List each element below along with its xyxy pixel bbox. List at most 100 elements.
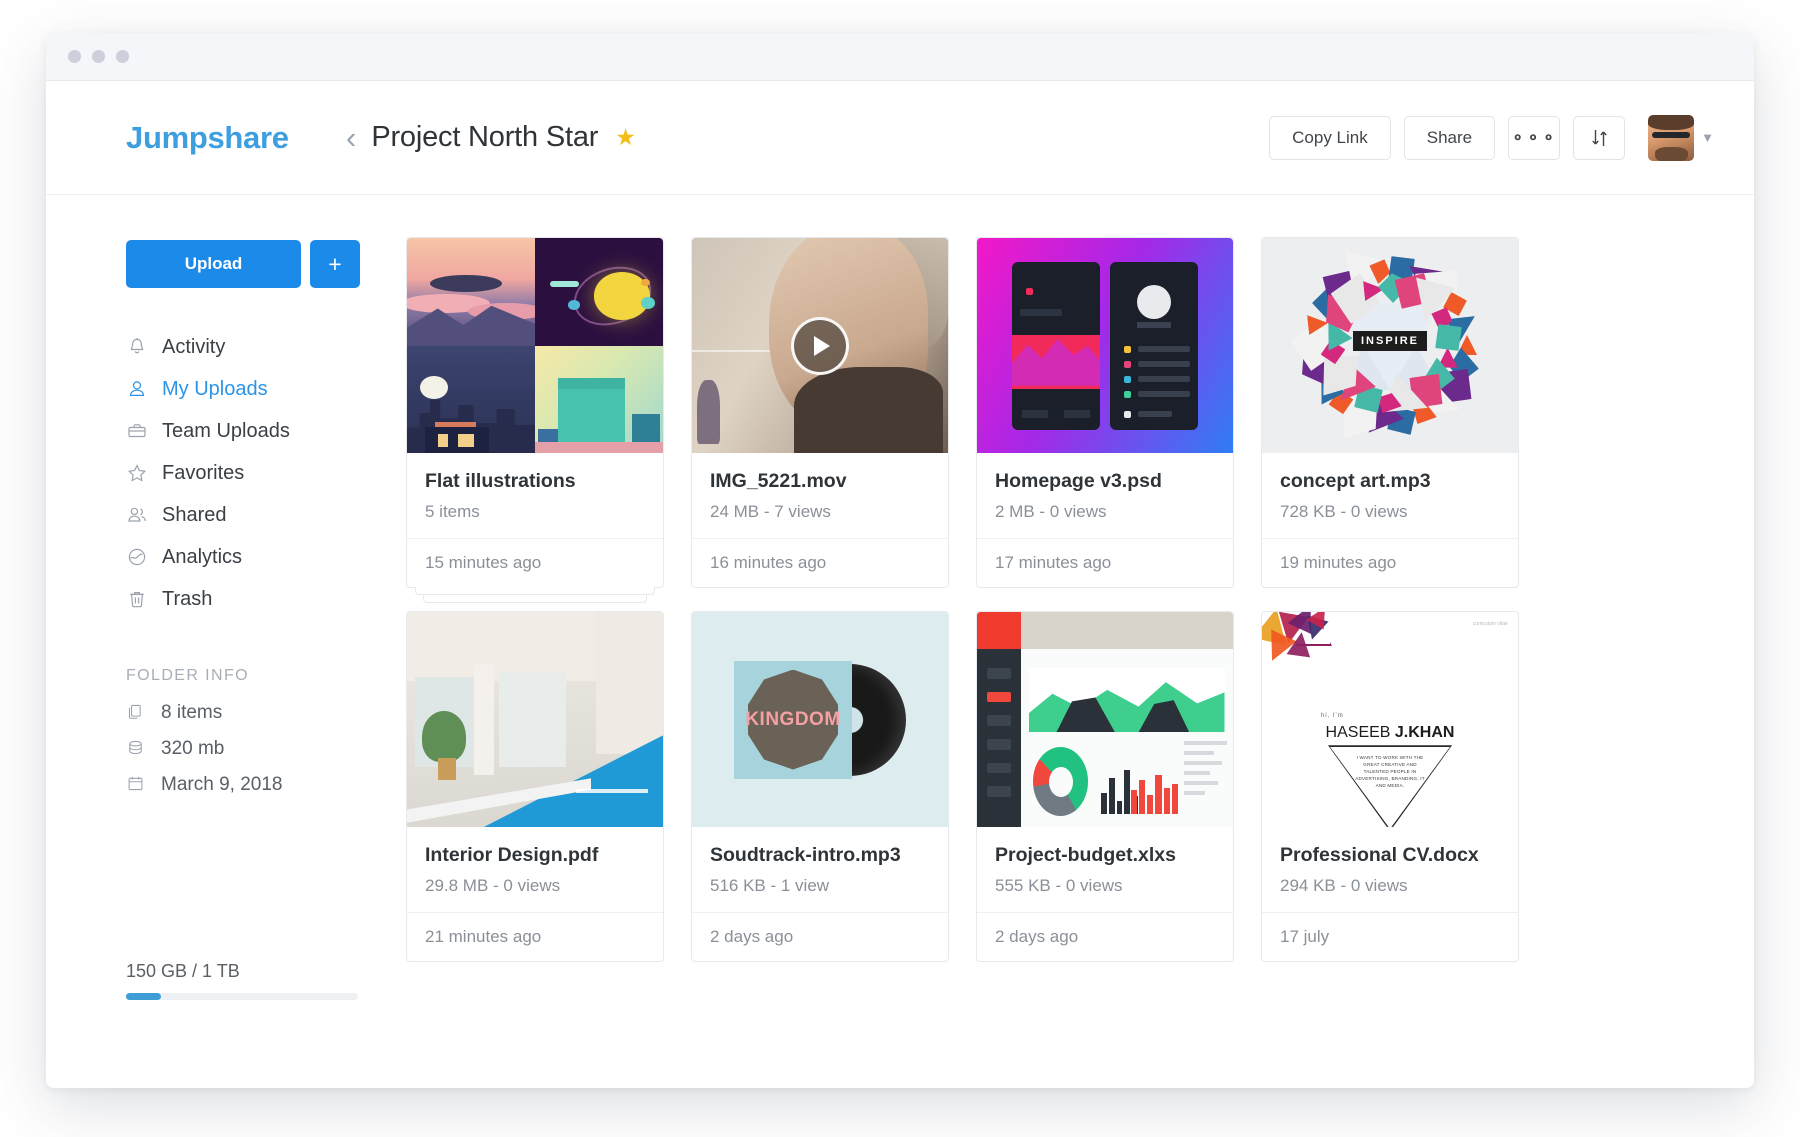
illustration-space bbox=[535, 238, 663, 346]
file-sub: 29.8 MB - 0 views bbox=[425, 876, 561, 895]
sidebar-nav: Activity My Uploads Team Uploads Favorit… bbox=[126, 326, 391, 620]
file-meta: Soudtrack-intro.mp3 516 KB - 1 view bbox=[692, 827, 948, 912]
sort-button[interactable] bbox=[1573, 115, 1626, 160]
sidebar-item-my-uploads[interactable]: My Uploads bbox=[126, 368, 391, 410]
cv-corner-label: curriculum vitae bbox=[1472, 620, 1508, 627]
file-grid: Flat illustrations 5 items 15 minutes ag… bbox=[406, 237, 1709, 962]
file-sub: 5 items bbox=[425, 502, 480, 521]
file-meta: Professional CV.docx 294 KB - 0 views bbox=[1262, 827, 1518, 912]
sidebar-item-favorites[interactable]: Favorites bbox=[126, 452, 391, 494]
file-sub: 555 KB - 0 views bbox=[995, 876, 1123, 895]
sidebar-item-shared[interactable]: Shared bbox=[126, 494, 391, 536]
sidebar-item-label: Activity bbox=[162, 335, 226, 358]
illustration-night-city bbox=[407, 345, 535, 453]
file-card-psd[interactable]: Homepage v3.psd 2 MB - 0 views 17 minute… bbox=[976, 237, 1234, 588]
file-date: 15 minutes ago bbox=[407, 538, 663, 587]
more-options-button[interactable]: ⚬⚬⚬ bbox=[1508, 115, 1561, 160]
sidebar-item-label: Trash bbox=[162, 587, 213, 610]
thumbnail-dashboard bbox=[977, 612, 1233, 827]
sidebar-item-activity[interactable]: Activity bbox=[126, 326, 391, 368]
file-sub: 728 KB - 0 views bbox=[1280, 502, 1408, 521]
play-button-icon[interactable] bbox=[791, 316, 849, 375]
app-body: Upload + Activity My Uploads Team Upload… bbox=[46, 195, 1754, 1088]
file-date: 2 days ago bbox=[692, 912, 948, 961]
sidebar-item-label: Team Uploads bbox=[162, 419, 290, 442]
account-menu[interactable]: ▼ bbox=[1648, 114, 1714, 161]
sidebar-item-analytics[interactable]: Analytics bbox=[126, 536, 391, 578]
ellipsis-icon: ⚬⚬⚬ bbox=[1511, 129, 1558, 147]
area-chart bbox=[1029, 667, 1225, 733]
zoom-window-button[interactable] bbox=[116, 50, 129, 63]
chevron-down-icon[interactable]: ▼ bbox=[1701, 130, 1714, 145]
activity-list bbox=[1184, 741, 1227, 814]
file-grid-area: Flat illustrations 5 items 15 minutes ag… bbox=[391, 195, 1754, 1088]
mockup-phone-profile bbox=[1110, 261, 1198, 430]
file-meta: Homepage v3.psd 2 MB - 0 views bbox=[977, 453, 1233, 538]
breadcrumb: ‹ Project North Star ★ bbox=[346, 121, 636, 154]
file-name: Soudtrack-intro.mp3 bbox=[710, 844, 901, 866]
share-button[interactable]: Share bbox=[1403, 115, 1496, 160]
donut-chart bbox=[1033, 747, 1089, 817]
cv-name-first: HASEEB bbox=[1325, 723, 1395, 741]
minimize-window-button[interactable] bbox=[92, 50, 105, 63]
folder-info-items: 8 items bbox=[126, 695, 391, 731]
file-card-folder[interactable]: Flat illustrations 5 items 15 minutes ag… bbox=[406, 237, 664, 603]
file-card-pdf[interactable]: Interior Design.pdf 29.8 MB - 0 views 21… bbox=[406, 611, 664, 962]
illustration-zeppelin bbox=[407, 238, 535, 346]
sidebar-item-team-uploads[interactable]: Team Uploads bbox=[126, 410, 391, 452]
upload-row: Upload + bbox=[126, 240, 391, 288]
file-card-video[interactable]: IMG_5221.mov 24 MB - 7 views 16 minutes … bbox=[691, 237, 949, 588]
sidebar-item-label: Favorites bbox=[162, 461, 245, 484]
mockup-phone-chart bbox=[1012, 261, 1100, 430]
dashboard-main bbox=[1020, 612, 1233, 827]
folder-info-label: 8 items bbox=[161, 702, 223, 723]
copy-link-button[interactable]: Copy Link bbox=[1269, 115, 1391, 160]
window-titlebar bbox=[46, 33, 1754, 81]
sidebar-item-label: My Uploads bbox=[162, 377, 268, 400]
album-title: KINGDOM bbox=[745, 708, 841, 730]
inspire-badge: INSPIRE bbox=[1352, 331, 1428, 352]
avatar[interactable] bbox=[1648, 114, 1695, 161]
back-chevron-icon[interactable]: ‹ bbox=[346, 122, 356, 153]
upload-button[interactable]: Upload bbox=[126, 240, 301, 288]
file-card-document[interactable]: curriculum vitae hi, I'm HASEEB J.KHAN I… bbox=[1261, 611, 1519, 962]
header-actions: Copy Link Share ⚬⚬⚬ ▼ bbox=[1269, 114, 1714, 161]
storage-track bbox=[126, 993, 358, 1000]
folder-info-label: 320 mb bbox=[161, 738, 225, 759]
cv-name: HASEEB J.KHAN bbox=[1326, 724, 1455, 742]
chart-icon bbox=[126, 546, 148, 568]
file-card-spreadsheet[interactable]: Project-budget.xlxs 555 KB - 0 views 2 d… bbox=[976, 611, 1234, 962]
file-name: Homepage v3.psd bbox=[995, 470, 1162, 492]
calendar-icon bbox=[126, 774, 148, 796]
sidebar-item-label: Analytics bbox=[162, 545, 243, 568]
app-logo[interactable]: Jumpshare bbox=[46, 120, 346, 156]
file-date: 16 minutes ago bbox=[692, 538, 948, 587]
cv-blurb: I WANT TO WORK WITH THE GREAT CREATIVE A… bbox=[1355, 754, 1425, 789]
dashboard-sidebar bbox=[977, 612, 1021, 827]
file-card-audio[interactable]: KINGDOM Soudtrack-intro.mp3 516 KB - 1 v… bbox=[691, 611, 949, 962]
folder-info-heading: FOLDER INFO bbox=[126, 667, 249, 684]
geometric-ring-artwork: INSPIRE bbox=[1262, 238, 1518, 453]
file-meta: Project-budget.xlxs 555 KB - 0 views bbox=[977, 827, 1233, 912]
folder-info-date: March 9, 2018 bbox=[126, 767, 391, 803]
star-icon[interactable]: ★ bbox=[615, 124, 636, 151]
file-card-concept-art[interactable]: INSPIRE concept art.mp3 728 KB - 0 views… bbox=[1261, 237, 1519, 588]
file-name: Interior Design.pdf bbox=[425, 844, 599, 866]
file-name: concept art.mp3 bbox=[1280, 470, 1431, 492]
add-new-button[interactable]: + bbox=[310, 240, 360, 288]
file-sub: 24 MB - 7 views bbox=[710, 502, 831, 521]
sidebar-item-label: Shared bbox=[162, 503, 227, 526]
file-meta: Interior Design.pdf 29.8 MB - 0 views bbox=[407, 827, 663, 912]
sort-icon bbox=[1591, 129, 1607, 146]
user-icon bbox=[126, 378, 148, 400]
file-meta: concept art.mp3 728 KB - 0 views bbox=[1262, 453, 1518, 538]
close-window-button[interactable] bbox=[68, 50, 81, 63]
illustration-day-city bbox=[535, 345, 663, 453]
storage-meter: 150 GB / 1 TB bbox=[126, 961, 358, 1000]
folder-info-size: 320 mb bbox=[126, 731, 391, 767]
album-sleeve: KINGDOM bbox=[734, 660, 852, 779]
triangle-decoration bbox=[1262, 612, 1364, 683]
storage-label: 150 GB / 1 TB bbox=[126, 961, 240, 981]
thumbnail-psd bbox=[977, 238, 1233, 453]
sidebar-item-trash[interactable]: Trash bbox=[126, 578, 391, 620]
